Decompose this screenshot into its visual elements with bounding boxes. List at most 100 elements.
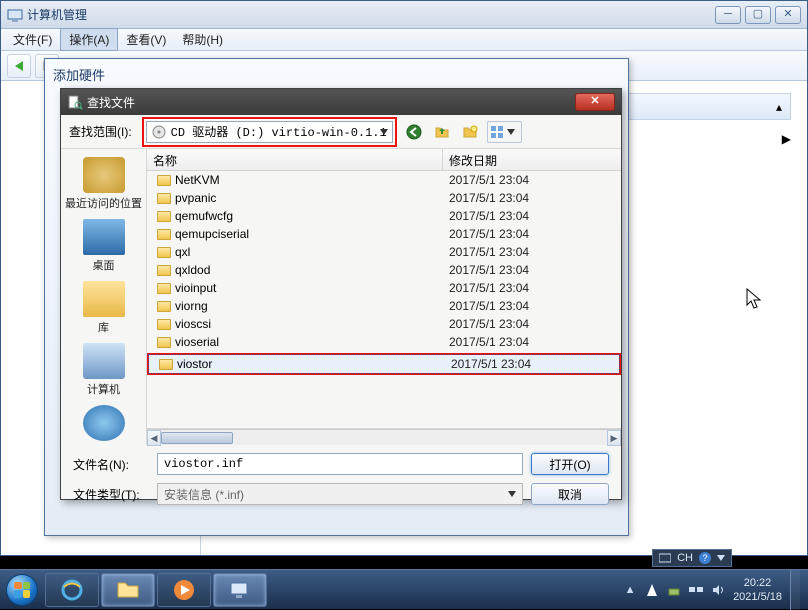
menu-view[interactable]: 查看(V) [118,29,174,50]
filetype-value: 安装信息 (*.inf) [164,486,244,503]
column-name[interactable]: 名称 [147,149,443,170]
place-network[interactable]: 网络 [83,405,125,445]
folder-icon [157,175,171,186]
file-date: 2017/5/1 23:04 [445,357,619,371]
filetype-dropdown[interactable]: 安装信息 (*.inf) [157,483,523,505]
close-button[interactable]: ✕ [775,6,801,24]
maximize-button[interactable]: ▢ [745,6,771,24]
file-name: viorng [175,299,208,313]
volume-icon[interactable] [711,583,725,597]
language-indicator[interactable]: CH ? [652,549,732,567]
filetype-label: 文件类型(T): [73,486,149,503]
taskbar-clock[interactable]: 20:22 2021/5/18 [733,576,782,604]
ie-icon [60,578,84,602]
back-button[interactable] [7,54,31,78]
menu-help[interactable]: 帮助(H) [174,29,231,50]
safely-remove-icon[interactable] [667,583,681,597]
column-date[interactable]: 修改日期 [443,149,621,170]
start-button[interactable] [0,570,44,610]
file-list-area: 名称 修改日期 NetKVM2017/5/1 23:04pvpanic2017/… [147,149,621,445]
folder-icon [157,301,171,312]
up-one-level-button[interactable] [431,121,453,143]
menu-action[interactable]: 操作(A) [60,28,118,51]
file-list[interactable]: NetKVM2017/5/1 23:04pvpanic2017/5/1 23:0… [147,171,621,429]
mouse-cursor-icon [746,288,766,312]
file-row[interactable]: viostor 2017/5/1 23:04 [149,355,619,373]
horizontal-scrollbar[interactable]: ◀ ▶ [147,429,621,445]
file-name: vioserial [175,335,219,349]
file-open-toolbar: 查找范围(I): CD 驱动器 (D:) virtio-win-0.1.1 [61,115,621,149]
file-row[interactable]: pvpanic2017/5/1 23:04 [147,189,621,207]
folder-icon [157,337,171,348]
file-row[interactable]: qemufwcfg2017/5/1 23:04 [147,207,621,225]
range-label: 查找范围(I): [69,123,132,140]
file-name: qemufwcfg [175,209,233,223]
scroll-right-button[interactable]: ▶ [607,430,621,446]
taskbar-ie[interactable] [45,573,99,607]
views-button[interactable] [487,121,522,143]
file-row[interactable]: qxl 2017/5/1 23:04 [147,243,621,261]
filename-label: 文件名(N): [73,456,149,473]
place-recent[interactable]: 最近访问的位置 [65,157,142,211]
network-icon[interactable] [689,583,703,597]
taskbar-device-manager[interactable] [213,573,267,607]
collapse-icon[interactable]: ▴ [776,100,782,114]
file-name: qxl [175,245,190,259]
folder-icon [159,359,173,370]
file-row[interactable]: NetKVM2017/5/1 23:04 [147,171,621,189]
file-date: 2017/5/1 23:04 [443,281,621,295]
open-button[interactable]: 打开(O) [531,453,609,475]
folder-icon [157,319,171,330]
folder-icon [157,247,171,258]
show-desktop-button[interactable] [790,570,800,610]
file-row[interactable]: qxldod 2017/5/1 23:04 [147,261,621,279]
folder-icon [157,265,171,276]
chevron-down-icon [717,555,725,561]
file-list-header[interactable]: 名称 修改日期 [147,149,621,171]
place-libraries[interactable]: 库 [83,281,125,335]
lookin-dropdown[interactable]: CD 驱动器 (D:) virtio-win-0.1.1 [146,121,393,143]
file-date: 2017/5/1 23:04 [443,191,621,205]
file-row[interactable]: vioscsi2017/5/1 23:04 [147,315,621,333]
taskbar-media-player[interactable] [157,573,211,607]
file-name: qemupciserial [175,227,249,241]
file-date: 2017/5/1 23:04 [443,245,621,259]
file-row[interactable]: vioinput 2017/5/1 23:04 [147,279,621,297]
system-tray: ▲ 20:22 2021/5/18 [615,570,808,610]
scroll-thumb[interactable] [161,432,233,444]
help-icon[interactable]: ? [699,552,711,564]
action-center-icon[interactable] [645,583,659,597]
place-desktop[interactable]: 桌面 [83,219,125,273]
place-computer[interactable]: 计算机 [83,343,125,397]
go-back-button[interactable] [403,121,425,143]
file-row[interactable]: qemupciserial2017/5/1 23:04 [147,225,621,243]
folder-icon [157,211,171,222]
taskbar-explorer[interactable] [101,573,155,607]
cd-drive-icon [151,124,167,140]
menu-bar: 文件(F) 操作(A) 查看(V) 帮助(H) [1,29,807,51]
wmp-icon [172,578,196,602]
file-name: qxldod [175,263,210,277]
windows-logo-icon [6,574,38,606]
show-hidden-icons[interactable]: ▲ [623,583,637,597]
file-name: vioinput [175,281,216,295]
menu-file[interactable]: 文件(F) [5,29,60,50]
scroll-left-button[interactable]: ◀ [147,430,161,446]
language-code: CH [677,552,693,564]
keyboard-icon [659,552,671,564]
minimize-button[interactable]: ─ [715,6,741,24]
file-open-footer: 文件名(N): 打开(O) 文件类型(T): 安装信息 (*.inf) 取消 [61,445,621,513]
file-date: 2017/5/1 23:04 [443,263,621,277]
file-row[interactable]: vioserial2017/5/1 23:04 [147,333,621,351]
file-row[interactable]: viorng2017/5/1 23:04 [147,297,621,315]
chevron-down-icon [507,129,515,135]
outer-titlebar[interactable]: 计算机管理 ─ ▢ ✕ [1,1,807,29]
new-folder-button[interactable] [459,121,481,143]
add-hardware-title: 添加硬件 [45,59,628,90]
dialog-close-button[interactable]: ✕ [575,93,615,111]
filename-input[interactable] [157,453,523,475]
cancel-button[interactable]: 取消 [531,483,609,505]
file-name: viostor [177,357,212,371]
search-file-icon [67,94,83,110]
file-open-titlebar[interactable]: 查找文件 ✕ [61,89,621,115]
